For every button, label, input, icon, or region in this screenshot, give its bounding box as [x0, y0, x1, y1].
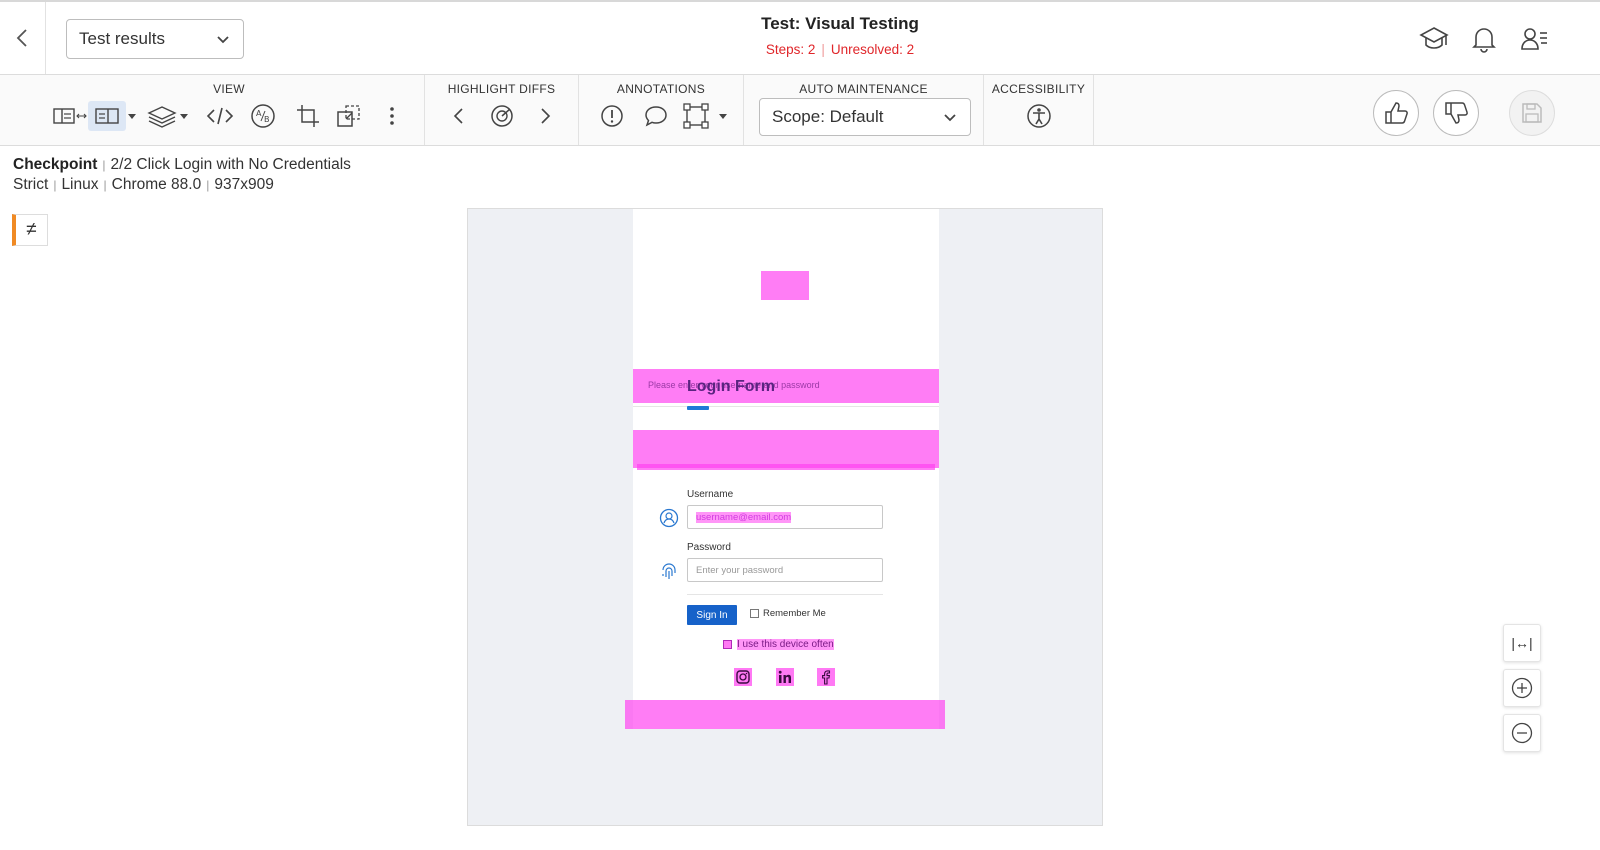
- password-label: Password: [687, 542, 731, 553]
- checkpoint-step: 2/2 Click Login with No Credentials: [110, 156, 351, 173]
- device-option[interactable]: I use this device often: [723, 639, 834, 650]
- remember-checkbox[interactable]: [750, 609, 759, 618]
- highlight-group-label: HIGHLIGHT DIFFS: [447, 82, 556, 96]
- issue-icon[interactable]: [597, 101, 627, 131]
- captured-page: Please enter your username and password …: [633, 209, 939, 729]
- viewport-size: 937x909: [214, 176, 274, 193]
- view-group: VIEW AB: [0, 75, 425, 145]
- checkpoint-info: Checkpoint | 2/2 Click Login with No Crede…: [13, 155, 351, 195]
- login-form-title: Login Form: [687, 378, 775, 395]
- password-placeholder: Enter your password: [696, 564, 784, 576]
- view-group-label: VIEW: [213, 82, 245, 96]
- results-dropdown-value: Test results: [79, 29, 165, 48]
- checkpoint-label: Checkpoint: [13, 156, 98, 173]
- user-settings-icon[interactable]: [1517, 22, 1551, 56]
- code-icon[interactable]: [205, 101, 235, 131]
- page-title: Test: Visual Testing: [761, 14, 919, 33]
- zoom-in-button[interactable]: [1503, 669, 1541, 707]
- sign-in-button[interactable]: Sign In: [687, 605, 737, 625]
- environment-line: Strict | Linux | Chrome 88.0 | 937x909: [13, 175, 351, 195]
- status-separator: |: [821, 42, 825, 57]
- region-icon[interactable]: [334, 101, 364, 131]
- ab-compare-icon[interactable]: AB: [248, 101, 278, 131]
- linkedin-icon[interactable]: [776, 668, 794, 686]
- fit-width-icon: |↔|: [1511, 635, 1533, 651]
- annotations-group: ANNOTATIONS: [579, 75, 744, 145]
- diff-region-footer: [625, 700, 945, 729]
- app-root: Test results Test: Visual Testing Steps:…: [0, 0, 1600, 850]
- layers-icon[interactable]: [147, 101, 191, 131]
- accessibility-group: ACCESSIBILITY: [984, 75, 1094, 145]
- zoom-out-icon: [1511, 722, 1533, 744]
- view-mode-caret-icon[interactable]: [125, 101, 139, 131]
- accessibility-icon[interactable]: [1024, 101, 1054, 131]
- title-divider: [633, 406, 939, 407]
- separator: |: [102, 158, 106, 172]
- main-toolbar: VIEW AB HIGHLIGHT DIFFS ANNOTATIONS AUTO…: [0, 75, 1600, 146]
- bell-icon[interactable]: [1467, 22, 1501, 56]
- diff-region-logo: [761, 271, 809, 300]
- separator: |: [53, 178, 57, 192]
- username-value: username@email.com: [696, 511, 792, 523]
- screenshot-canvas[interactable]: Please enter your username and password …: [467, 208, 1103, 826]
- graduation-cap-icon[interactable]: [1417, 22, 1451, 56]
- next-diff-icon[interactable]: [533, 101, 557, 131]
- test-status: Steps: 2 | Unresolved: 2: [600, 42, 1080, 57]
- browser-name: Chrome 88.0: [111, 176, 202, 193]
- test-title-block: Test: Visual Testing Steps: 2 | Unresolved…: [600, 14, 1080, 57]
- device-label: I use this device often: [737, 639, 834, 650]
- top-header: Test results Test: Visual Testing Steps:…: [0, 2, 1600, 75]
- not-equal-icon: ≠: [26, 219, 37, 240]
- crop-icon[interactable]: [293, 101, 323, 131]
- comment-icon[interactable]: [641, 101, 671, 131]
- target-icon[interactable]: [487, 101, 517, 131]
- save-icon[interactable]: [1509, 90, 1555, 136]
- thumbs-down-icon[interactable]: [1433, 90, 1479, 136]
- zoom-in-icon: [1511, 677, 1533, 699]
- region-select-icon[interactable]: [683, 101, 729, 131]
- chevron-down-icon: [942, 109, 958, 130]
- prev-diff-icon[interactable]: [447, 101, 471, 131]
- separator: |: [206, 178, 210, 192]
- fit-width-button[interactable]: |↔|: [1503, 624, 1541, 662]
- facebook-icon[interactable]: [817, 668, 835, 686]
- device-checkbox[interactable]: [723, 640, 732, 649]
- password-field[interactable]: Enter your password: [687, 558, 883, 582]
- highlight-diffs-group: HIGHLIGHT DIFFS: [425, 75, 579, 145]
- annotations-group-label: ANNOTATIONS: [616, 82, 706, 96]
- username-field[interactable]: username@email.com: [687, 505, 883, 529]
- fingerprint-icon: [658, 560, 680, 582]
- svg-text:A: A: [256, 109, 262, 118]
- chevron-down-icon: [215, 31, 231, 52]
- instagram-icon[interactable]: [734, 668, 752, 686]
- side-by-side-icon[interactable]: [52, 101, 88, 131]
- more-icon[interactable]: [380, 101, 404, 131]
- auto-maintenance-group: AUTO MAINTENANCE Scope: Default: [744, 75, 984, 145]
- thumbs-up-icon[interactable]: [1373, 90, 1419, 136]
- unresolved-count: Unresolved: 2: [830, 42, 915, 57]
- remember-label: Remember Me: [763, 608, 826, 619]
- steps-count: Steps: 2: [765, 42, 816, 57]
- form-divider: [687, 594, 883, 595]
- remember-me-option[interactable]: Remember Me: [750, 608, 826, 619]
- zoom-out-button[interactable]: [1503, 714, 1541, 752]
- maintenance-group-label: AUTO MAINTENANCE: [799, 82, 928, 96]
- back-icon[interactable]: [0, 2, 46, 74]
- title-underline: [687, 406, 709, 410]
- single-view-icon[interactable]: [88, 101, 126, 131]
- separator: |: [103, 178, 107, 192]
- accessibility-group-label: ACCESSIBILITY: [991, 82, 1086, 96]
- checkpoint-line: Checkpoint | 2/2 Click Login with No Crede…: [13, 155, 351, 175]
- os-name: Linux: [61, 176, 99, 193]
- scope-dropdown-value: Scope: Default: [772, 107, 884, 126]
- scope-dropdown[interactable]: Scope: Default: [759, 98, 971, 136]
- user-circle-icon: [658, 507, 680, 529]
- match-level: Strict: [13, 176, 49, 193]
- diff-status-badge[interactable]: ≠: [12, 214, 48, 246]
- diff-region-banner: [633, 430, 939, 468]
- svg-text:B: B: [264, 115, 270, 124]
- diff-region-banner-edge: [637, 464, 935, 470]
- results-dropdown[interactable]: Test results: [66, 19, 244, 59]
- username-label: Username: [687, 489, 734, 500]
